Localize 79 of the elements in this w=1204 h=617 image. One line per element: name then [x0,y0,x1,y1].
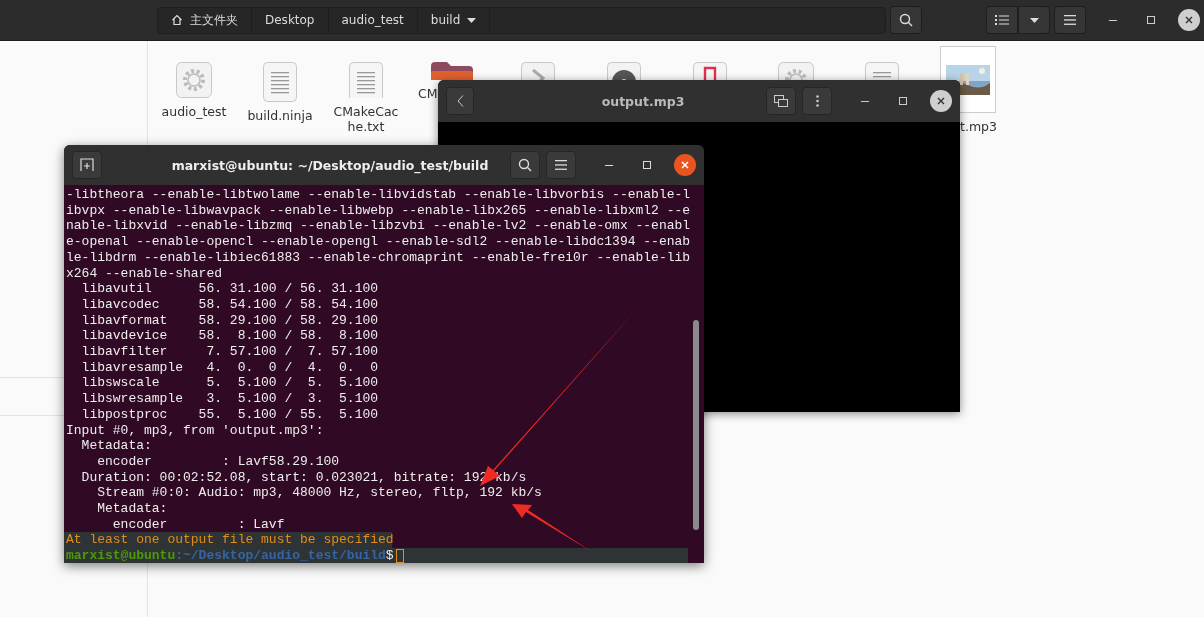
maximize-icon [643,161,651,169]
window-title: marxist@ubuntu: ~/Desktop/audio_test/build [170,157,490,173]
prompt-user: marxist@ubuntu [66,548,176,563]
close-icon [1185,16,1193,24]
file-name: CM [418,86,438,101]
caret-icon [467,17,477,23]
close-button[interactable] [674,154,696,176]
terminal-output: encoder : Lavf58.29.100 [96,453,341,470]
terminal-output: libavformat 58. 29.100 / 58. 29.100 [80,312,380,329]
back-icon [456,95,464,107]
cursor [395,549,404,563]
new-tab-icon [80,158,94,172]
file-name: audio_test [160,104,228,119]
gear-file-icon [778,62,814,80]
prompt-path: :~/Desktop/audio_test/build [175,548,386,563]
terminal-output: encoder : Lavf [111,516,286,533]
terminal-output: -libtheora --enable-libtwolame --enable-libvidstab --enable-libvorbis --enable-l [65,187,692,203]
minimize-icon [1109,19,1117,21]
terminal-output: libpostproc 55. 5.100 / 55. 5.100 [80,406,380,423]
minimize-icon [861,100,869,102]
more-icon [815,95,819,107]
picture-in-picture-button[interactable] [766,87,796,115]
terminal-output: Metadata: [80,438,153,454]
minimize-icon [605,164,613,166]
more-options-button[interactable] [802,87,832,115]
prompt-symbol: $ [385,548,394,563]
maximize-icon [899,97,907,105]
file-name: build.ninja [246,108,314,123]
terminal-output: libswscale 5. 5.100 / 5. 5.100 [80,375,380,392]
menu-button[interactable] [546,151,576,179]
terminal-output: x264 --enable-shared [65,265,224,282]
search-icon [518,158,532,172]
breadcrumb[interactable]: build [417,7,491,33]
close-button[interactable] [930,90,952,112]
terminal-output: e-openal --enable-opencl --enable-opengl --enable-sdl2 --enable-libdc1394 --enab [65,234,692,250]
file-name: t.mp3 [960,119,997,134]
overlapping-windows-icon [774,95,788,107]
breadcrumb[interactable]: Desktop [252,7,329,33]
maximize-icon [1147,16,1155,24]
terminal-output: Metadata: [96,501,169,517]
terminal-output: le-libdrm --enable-libiec61883 --enable-chromaprint --enable-frei0r --enable-lib [65,249,692,266]
window-title: output.mp3 [600,93,686,109]
terminal-output: libavfilter 7. 57.100 / 7. 57.100 [80,344,380,360]
home-icon [171,14,183,26]
terminal-output: nable-libxvid --enable-libzmq --enable-libzvbi --enable-lv2 --enable-omx --enabl [65,218,692,235]
close-icon [681,161,689,169]
text-file-icon [349,62,383,98]
terminal-output: ibvpx --enable-libwavpack --enable-libwebp --enable-libx265 --enable-libxml2 --e [65,202,692,219]
new-tab-button[interactable] [72,151,102,179]
menu-icon [555,160,567,170]
text-file-icon [865,62,899,80]
close-icon [937,97,945,105]
terminal-output: libavcodec 58. 54.100 / 58. 54.100 [80,296,380,313]
breadcrumb[interactable]: 主文件夹 [158,7,252,33]
music-file-icon [693,62,727,80]
disc-file-icon [607,62,641,80]
script-file-icon [521,62,555,80]
breadcrumb[interactable]: audio_test [328,7,418,33]
search-button[interactable] [890,6,922,34]
terminal-output: libswresample 3. 5.100 / 3. 5.100 [80,391,380,407]
terminal-output: libavutil 56. 31.100 / 56. 31.100 [80,281,380,297]
terminal-output: libavresample 4. 0. 0 / 4. 0. 0 [80,359,380,376]
terminal-output: libavdevice 58. 8.100 / 58. 8.100 [80,328,380,345]
search-button[interactable] [510,151,540,179]
view-options-button[interactable] [1018,6,1050,34]
close-button[interactable] [1178,9,1200,31]
terminal-output: Stream #0:0: Audio: mp3, 48000 Hz, stereo, fltp, 192 kb/s [96,485,543,502]
list-view-button[interactable] [986,6,1018,34]
caret-icon [1029,17,1039,23]
menu-icon [1064,15,1076,25]
folder-icon [431,62,473,80]
menu-button[interactable] [1054,6,1086,34]
terminal-output: Input #0, mp3, from 'output.mp3': [65,422,325,439]
gear-file-icon [176,62,212,98]
text-file-icon [263,62,297,102]
search-icon [899,13,913,27]
file-name: CMakeCache.txt [332,104,400,134]
error-message: At least one output file must be specified [64,532,392,549]
list-icon [995,14,1009,26]
